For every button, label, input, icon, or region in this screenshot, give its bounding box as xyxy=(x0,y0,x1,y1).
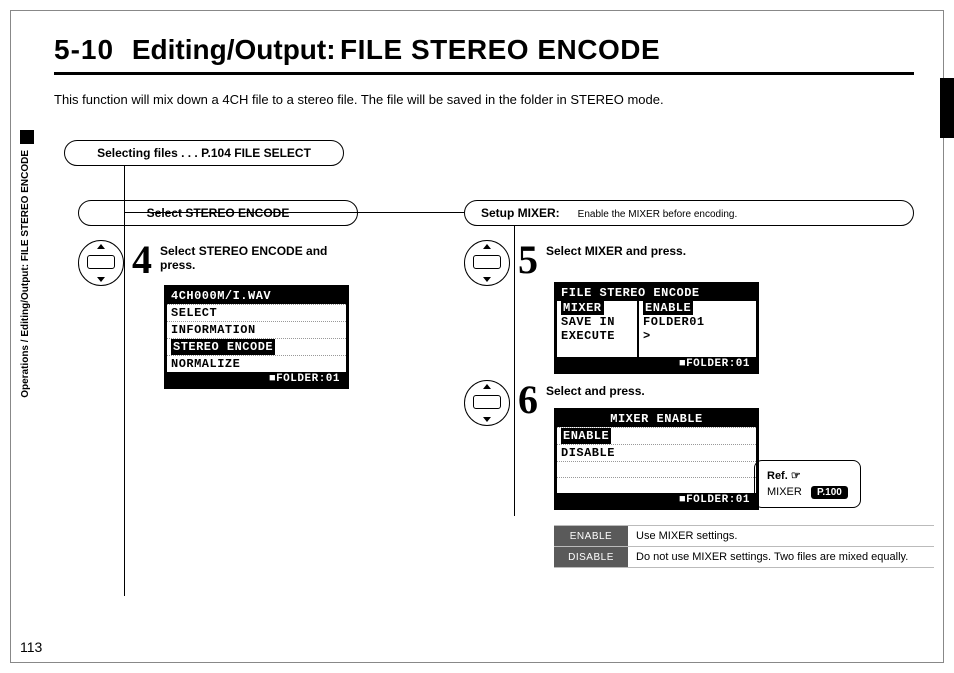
step-4: 4 Select STEREO ENCODE and press. xyxy=(78,240,340,286)
page-frame-top xyxy=(10,10,944,11)
lcd4-footer: ■FOLDER:01 xyxy=(167,372,346,386)
jog-dial-icon xyxy=(464,380,510,426)
lcd5-row: MIXER ENABLE xyxy=(557,301,756,315)
intro-text: This function will mix down a 4CH file t… xyxy=(54,92,664,107)
step-6-label: Select and press. xyxy=(546,380,645,398)
tree-branch-line xyxy=(124,212,464,213)
lcd6-footer: ■FOLDER:01 xyxy=(557,493,756,507)
page-title: 5-10 Editing/Output: FILE STEREO ENCODE xyxy=(54,34,914,75)
lcd5-row-blank xyxy=(557,343,756,357)
ref-label: MIXER xyxy=(767,486,802,498)
lcd4-row: STEREO ENCODE xyxy=(167,338,346,355)
lcd4-row: INFORMATION xyxy=(167,321,346,338)
tree-root-pill: Selecting files . . . P.104 FILE SELECT xyxy=(64,140,344,166)
thumb-index-tab xyxy=(940,78,954,138)
lcd5-header: FILE STEREO ENCODE xyxy=(557,285,756,301)
table-row: ENABLE Use MIXER settings. xyxy=(554,526,934,547)
lcd5-row: EXECUTE > xyxy=(557,329,756,343)
step-6-number: 6 xyxy=(518,380,538,420)
jog-dial-icon xyxy=(464,240,510,286)
step-5-number: 5 xyxy=(518,240,538,280)
tree-right-pill: Setup MIXER: Enable the MIXER before enc… xyxy=(464,200,914,226)
tree-trunk-line xyxy=(124,166,125,596)
section-topic: FILE STEREO ENCODE xyxy=(340,34,660,65)
lcd6-row: DISABLE xyxy=(557,444,756,461)
ref-title: Ref. ☞ xyxy=(767,469,848,482)
lcd5-row: SAVE IN FOLDER01 xyxy=(557,315,756,329)
tree-right-hint: Enable the MIXER before encoding. xyxy=(578,209,738,220)
lcd6-header: MIXER ENABLE xyxy=(557,411,756,427)
table-key: DISABLE xyxy=(554,547,628,568)
lcd6-row: ENABLE xyxy=(557,427,756,444)
sidebar-breadcrumb: Operations / Editing/Output: FILE STEREO… xyxy=(20,130,34,440)
lcd-screen-4: 4CH000M/I.WAV SELECT INFORMATION STEREO … xyxy=(164,285,349,389)
table-key: ENABLE xyxy=(554,526,628,547)
step-4-number: 4 xyxy=(132,240,152,280)
page-frame-bottom xyxy=(10,662,944,663)
table-row: DISABLE Do not use MIXER settings. Two f… xyxy=(554,547,934,568)
lcd-screen-5: FILE STEREO ENCODE MIXER ENABLE SAVE IN … xyxy=(554,282,759,374)
section-name: Editing/Output: xyxy=(132,34,336,65)
sidebar-path-1: Operations / Editing/Output: xyxy=(20,264,31,398)
lcd6-row-blank xyxy=(557,477,756,493)
step-4-label: Select STEREO ENCODE and press. xyxy=(160,240,340,272)
section-number: 5-10 xyxy=(54,34,114,65)
page-frame-left xyxy=(10,10,11,663)
tree-right-label: Setup MIXER: xyxy=(481,206,560,220)
table-val: Use MIXER settings. xyxy=(628,526,934,547)
step-5: 5 Select MIXER and press. xyxy=(464,240,686,286)
reference-box: Ref. ☞ MIXER P.100 xyxy=(754,460,861,508)
enable-disable-table: ENABLE Use MIXER settings. DISABLE Do no… xyxy=(554,525,934,568)
jog-dial-icon xyxy=(78,240,124,286)
sidebar-marker xyxy=(20,130,34,144)
tree-left-pill: Select STEREO ENCODE xyxy=(78,200,358,226)
lcd4-header: 4CH000M/I.WAV xyxy=(167,288,346,304)
lcd4-row: NORMALIZE xyxy=(167,355,346,372)
sidebar-path-2: FILE STEREO ENCODE xyxy=(20,150,31,261)
lcd5-footer: ■FOLDER:01 xyxy=(557,357,756,371)
table-val: Do not use MIXER settings. Two files are… xyxy=(628,547,934,568)
step-5-label: Select MIXER and press. xyxy=(546,240,686,258)
ref-page-badge: P.100 xyxy=(811,486,848,499)
page-number: 113 xyxy=(20,639,42,655)
lcd4-row: SELECT xyxy=(167,304,346,321)
lcd6-row-blank xyxy=(557,461,756,477)
lcd-screen-6: MIXER ENABLE ENABLE DISABLE ■FOLDER:01 xyxy=(554,408,759,510)
